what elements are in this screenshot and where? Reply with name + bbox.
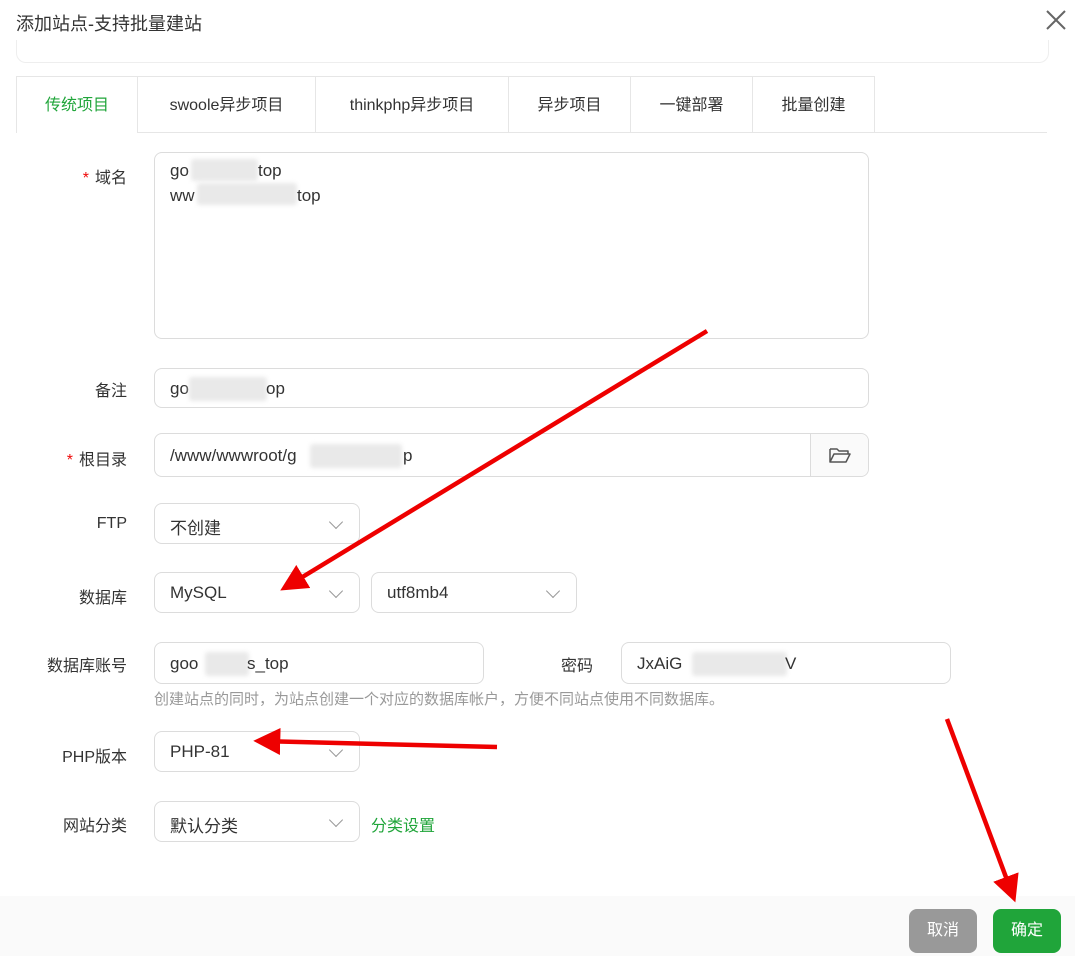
password-label: 密码 [561,658,594,675]
ftp-selected-value: 不创建 [170,519,221,538]
remark-label: 备注 [94,383,127,400]
site-category-value: 默认分类 [170,817,238,836]
dialog-title: 添加站点-支持批量建站 [16,14,202,34]
root-dir-label: * 根目录 [66,452,127,469]
database-type-select[interactable]: MySQL [154,572,360,613]
redacted-area [310,444,402,468]
chevron-down-icon [328,514,344,529]
top-panel [16,40,1049,63]
charset-value: utf8mb4 [387,583,449,602]
database-type-value: MySQL [170,583,227,602]
db-account-hint: 创建站点的同时，为站点创建一个对应的数据库帐户，方便不同站点使用不同数据库。 [154,691,725,708]
root-dir-value-start: /www/wwwroot/g [170,446,297,465]
domain-line-2-end: top [297,186,321,205]
db-account-value-end: s_top [247,654,289,673]
password-input[interactable]: JxAiG V [621,642,951,684]
arrow-to-confirm [944,718,1019,903]
php-version-select[interactable]: PHP-81 [154,731,360,772]
required-mark: * [82,170,89,187]
password-value-start: JxAiG [637,654,683,673]
site-category-select[interactable]: 默认分类 [154,801,360,842]
db-account-label: 数据库账号 [46,658,127,675]
cancel-button[interactable]: 取消 [909,909,977,953]
redacted-area [191,159,258,181]
domain-line-2-start: ww [170,186,195,205]
php-version-value: PHP-81 [170,742,230,761]
tab-batch-create[interactable]: 批量创建 [753,76,875,132]
domain-textarea[interactable]: go top ww top [154,152,869,339]
redacted-area [205,652,249,676]
category-settings-link[interactable]: 分类设置 [371,812,435,836]
browse-folder-button[interactable] [810,434,868,476]
folder-icon [829,448,851,463]
confirm-button[interactable]: 确定 [993,909,1061,953]
tab-traditional[interactable]: 传统项目 [16,76,138,133]
domain-line-1-end: top [258,161,282,180]
db-account-value-start: goo [170,654,199,673]
db-account-input[interactable]: goo s_top [154,642,484,684]
remark-value-start: go [170,379,189,398]
tab-swoole[interactable]: swoole异步项目 [138,76,316,132]
domain-line-1-start: go [170,161,189,180]
root-dir-input[interactable]: /www/wwwroot/g p [154,433,869,477]
domain-label: * 域名 [82,170,127,187]
remark-input[interactable]: go op [154,368,869,408]
tab-bar: 传统项目 swoole异步项目 thinkphp异步项目 异步项目 一键部署 批… [16,76,1047,133]
password-value-end: V [785,654,797,673]
remark-value-end: op [266,379,285,398]
charset-select[interactable]: utf8mb4 [371,572,577,613]
redacted-area [197,183,297,205]
root-dir-value-end: p [403,446,413,465]
redacted-area [189,377,267,401]
required-mark: * [66,452,73,469]
redacted-area [692,652,787,676]
site-category-label: 网站分类 [62,818,127,835]
chevron-down-icon [328,583,344,598]
tab-thinkphp[interactable]: thinkphp异步项目 [316,76,509,132]
tab-async[interactable]: 异步项目 [509,76,631,132]
ftp-label: FTP [96,515,127,532]
ftp-select[interactable]: 不创建 [154,503,360,544]
chevron-down-icon [328,812,344,827]
tab-one-click-deploy[interactable]: 一键部署 [631,76,753,132]
database-label: 数据库 [78,590,127,607]
close-icon[interactable] [1043,7,1069,33]
chevron-down-icon [328,742,344,757]
php-version-label: PHP版本 [62,749,127,766]
chevron-down-icon [545,583,561,598]
